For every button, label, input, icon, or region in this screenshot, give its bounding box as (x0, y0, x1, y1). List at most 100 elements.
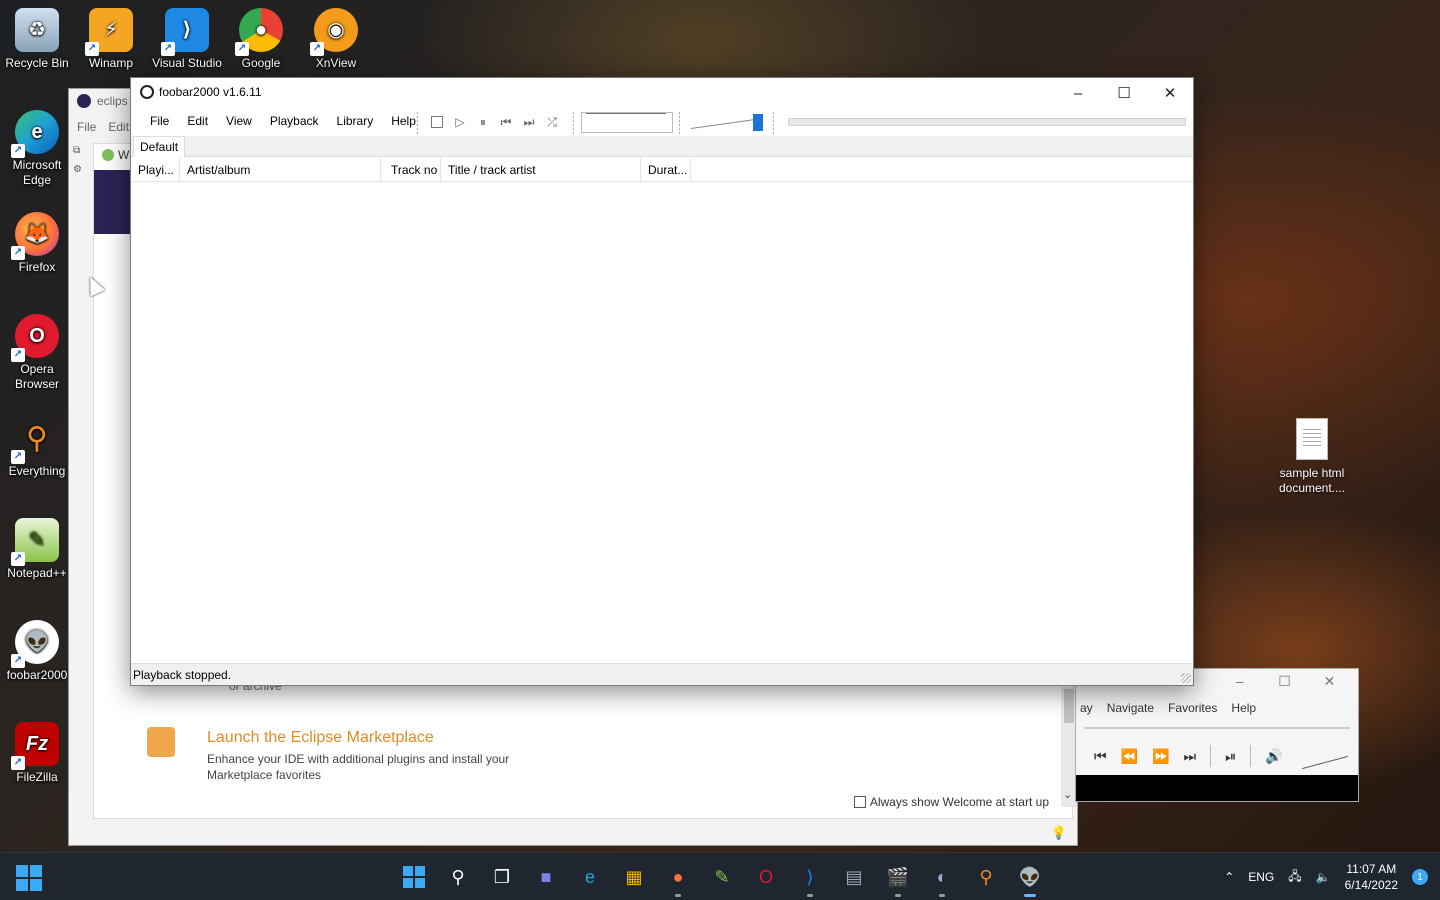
desktop-icon-everything[interactable]: ⚲ Everything (0, 416, 74, 479)
rewind-icon[interactable]: ⏪ (1121, 748, 1138, 765)
everything-icon[interactable]: ⚲ (970, 861, 1002, 893)
resize-grip-icon[interactable] (1181, 673, 1191, 683)
menu-library[interactable]: Library (328, 114, 383, 128)
mp-seek-bar[interactable] (1084, 727, 1350, 729)
always-show-welcome[interactable]: Always show Welcome at start up (853, 795, 1049, 809)
desktop-icon-filezilla[interactable]: Fz FileZilla (0, 722, 74, 785)
desktop-icon-recycle-bin[interactable]: ♻ Recycle Bin (0, 8, 74, 71)
column-playing[interactable]: Playi... (131, 158, 180, 182)
pause-icon[interactable]: ⏸ (475, 114, 491, 130)
chevron-up-icon[interactable]: ⌃ (1224, 870, 1234, 884)
mp-menu-navigate[interactable]: Navigate (1107, 701, 1154, 715)
volume-knob[interactable] (753, 114, 763, 131)
menu-view[interactable]: View (217, 114, 261, 128)
volume-slider[interactable] (689, 114, 763, 131)
menu-playback[interactable]: Playback (261, 114, 328, 128)
column-artist-album[interactable]: Artist/album (180, 158, 381, 182)
document-icon[interactable] (1296, 418, 1328, 460)
close-button[interactable]: ✕ (1147, 78, 1193, 108)
mp-menu-play[interactable]: ay (1080, 701, 1093, 715)
previous-icon[interactable]: ⏮ (498, 114, 514, 130)
mp-volume-slider[interactable] (1302, 740, 1348, 770)
store-icon[interactable]: ▦ (618, 861, 650, 893)
fast-forward-icon[interactable]: ⏩ (1152, 748, 1169, 765)
column-track-no[interactable]: Track no (381, 158, 441, 182)
clock-time: 11:07 AM (1346, 862, 1397, 876)
task-view-icon[interactable]: ❐ (486, 861, 518, 893)
stop-icon[interactable] (431, 116, 443, 128)
maximize-button[interactable]: ☐ (1101, 78, 1147, 108)
always-show-checkbox[interactable] (853, 796, 866, 808)
widgets-button[interactable] (16, 865, 42, 891)
random-icon[interactable]: ⤮ (544, 114, 560, 130)
clock[interactable]: 11:07 AM 6/14/2022 (1345, 861, 1398, 893)
start-button[interactable] (398, 861, 430, 893)
opera-icon[interactable]: O (750, 861, 782, 893)
chevron-down-icon[interactable]: ⌄ (1063, 788, 1072, 801)
edge-icon[interactable]: e (574, 861, 606, 893)
calculator-icon[interactable]: ▤ (838, 861, 870, 893)
desktop-icon-firefox[interactable]: 🦊 Firefox (0, 212, 74, 275)
column-duration[interactable]: Durat... (641, 158, 691, 182)
skip-forward-icon[interactable]: ⏭ (1183, 748, 1196, 765)
desktop-icon-winamp[interactable]: ⚡ Winamp (74, 8, 148, 71)
notepadpp-icon[interactable]: ✎ (706, 861, 738, 893)
minimize-button[interactable]: – (1055, 78, 1101, 108)
playlist-view[interactable] (131, 183, 1193, 663)
mp-menu-favorites[interactable]: Favorites (1168, 701, 1217, 715)
toolbar-separator (573, 112, 574, 134)
scrollbar-thumb[interactable] (1064, 689, 1074, 723)
notification-badge[interactable]: 1 (1412, 869, 1428, 885)
desktop-icon-edge[interactable]: e Microsoft Edge (0, 110, 74, 188)
play-icon[interactable]: ⏯ (1225, 748, 1236, 765)
eclipse-menu-edit[interactable]: Edit (108, 120, 129, 134)
foobar2000-icon[interactable]: 👽 (1014, 861, 1046, 897)
skip-back-icon[interactable]: ⏮ (1094, 748, 1107, 765)
edge-icon: e (11, 110, 59, 158)
eclipse-icon[interactable]: ◐ (926, 861, 958, 897)
vscode-icon[interactable]: ⟩ (794, 861, 826, 897)
desktop-icon-vscode[interactable]: ⟩ Visual Studio (150, 8, 224, 71)
desktop-icon-chrome[interactable]: ● Google (224, 8, 298, 71)
lightbulb-icon[interactable]: 💡 (1051, 825, 1067, 841)
menu-file[interactable]: File (141, 114, 178, 128)
desktop-icon-opera[interactable]: O Opera Browser (0, 314, 74, 392)
desktop-icon-foobar2000[interactable]: 👽 foobar2000 (0, 620, 74, 683)
eclipse-menu-file[interactable]: File (77, 120, 96, 134)
maximize-icon[interactable]: ☐ (1262, 673, 1307, 690)
foobar-menubar: File Edit View Playback Library Help (141, 114, 425, 128)
media-player-icon[interactable]: 🎬 (882, 861, 914, 897)
column-title[interactable]: Title / track artist (441, 158, 641, 182)
menu-edit[interactable]: Edit (178, 114, 217, 128)
teams-chat-icon[interactable]: ■ (530, 861, 562, 893)
foobar-titlebar[interactable]: foobar2000 v1.6.11 – ☐ ✕ (131, 78, 1193, 108)
language-indicator[interactable]: ENG (1248, 870, 1274, 884)
next-icon[interactable]: ⏭ (521, 114, 537, 130)
foobar-toolbar: File Edit View Playback Library Help ▷ ⏸… (131, 108, 1193, 136)
seek-bar[interactable] (788, 118, 1186, 126)
close-icon[interactable]: ✕ (1307, 673, 1352, 690)
media-player-window[interactable]: – ☐ ✕ ay Navigate Favorites Help ⏮ ⏪ ⏩ ⏭… (1075, 668, 1359, 802)
desktop-icon-label: Visual Studio (152, 56, 222, 70)
desktop-icon-xnview[interactable]: ◉ XnView (299, 8, 373, 71)
minimize-icon[interactable]: – (1217, 673, 1262, 690)
search-icon[interactable]: ⚲ (442, 861, 474, 893)
foobar-window[interactable]: foobar2000 v1.6.11 – ☐ ✕ File Edit View … (130, 77, 1194, 686)
desktop-icon-label: Notepad++ (7, 566, 67, 580)
restore-icon[interactable]: ⧉ (73, 145, 89, 156)
network-icon[interactable]: 🖧 (1288, 867, 1301, 888)
firefox-icon[interactable]: ● (662, 861, 694, 897)
menu-help[interactable]: Help (382, 114, 425, 128)
separator (1250, 745, 1252, 767)
play-icon[interactable]: ▷ (452, 114, 468, 130)
speaker-icon[interactable]: 🔊 (1265, 748, 1282, 765)
desktop-icon-label: XnView (315, 56, 357, 70)
desktop-icon-notepadpp[interactable]: ✎ Notepad++ (0, 518, 74, 581)
playback-order-dropdown[interactable] (581, 112, 673, 133)
volume-icon[interactable]: 🔈 (1316, 870, 1331, 884)
taskbar: ⚲ ❐ ■ e ▦ ● ✎ O ⟩ ▤ 🎬 ◐ ⚲ 👽 ⌃ ENG 🖧 🔈 11… (0, 852, 1440, 900)
marketplace-link[interactable]: Launch the Eclipse Marketplace (207, 729, 434, 747)
tab-default[interactable]: Default (133, 136, 186, 157)
package-icon[interactable]: ⚙ (73, 164, 89, 175)
mp-menu-help[interactable]: Help (1231, 701, 1256, 715)
